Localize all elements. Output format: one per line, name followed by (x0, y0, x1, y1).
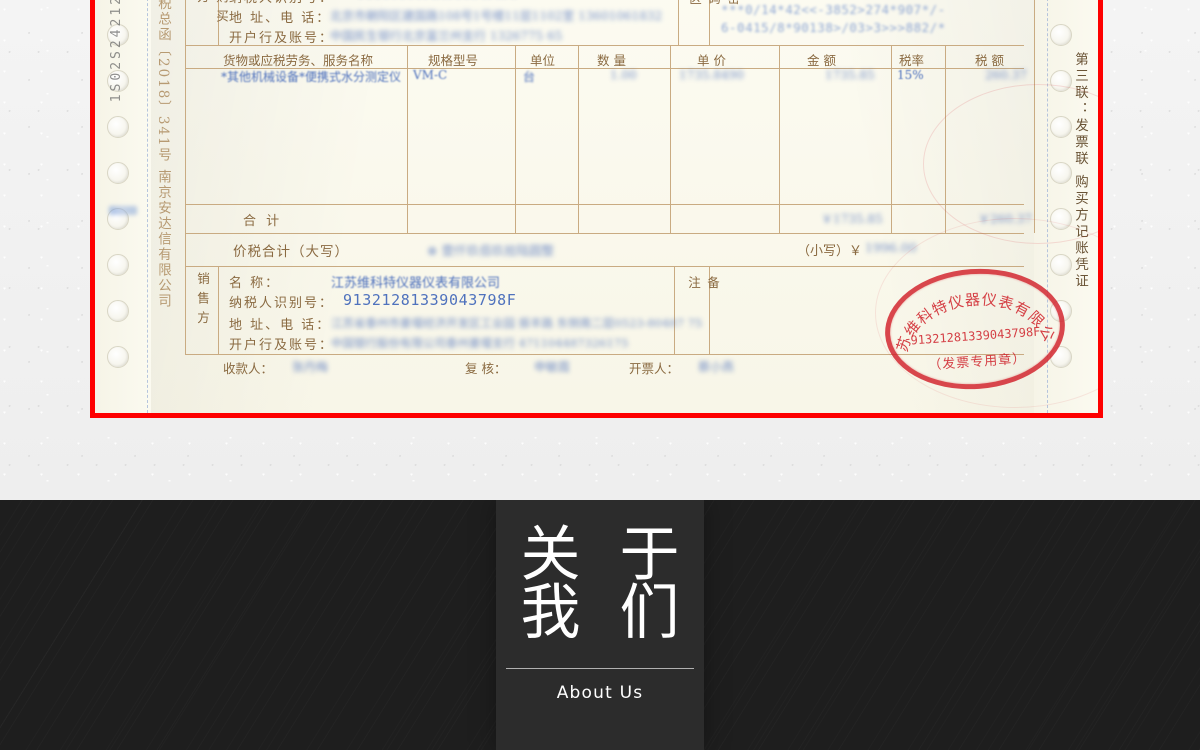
about-us-title-cn: 关 于 我 们 (510, 519, 690, 648)
grid-line-h (185, 354, 1024, 355)
grid-line-v (779, 45, 780, 233)
remark-label: 备注 (686, 276, 720, 313)
grid-line-v (515, 45, 516, 233)
total-row-label: 合 计 (243, 214, 283, 229)
perforation-hole (107, 254, 129, 276)
total-row-amount: ￥1735.85 (821, 212, 883, 226)
invoice-copy-label: 第三联：发票联 购买方记账凭证 (1072, 52, 1088, 291)
col-header-qty: 数 量 (597, 53, 626, 68)
grid-line-v (407, 45, 408, 233)
seller-name-label: 名 称： (229, 276, 281, 291)
grid-line-v (674, 266, 675, 354)
perforation-hole (1050, 254, 1072, 276)
item-model: VM-C (413, 68, 448, 82)
invoice-grid: 购买方 纳税人识别号： 91110108MA01834M5C 地 址、电 话： … (185, 0, 1098, 413)
grand-total-small-label: （小写）￥ (797, 244, 863, 259)
drawer-label: 开票人： (629, 361, 680, 376)
perforation-hole (107, 346, 129, 368)
perforation-dashline-right (1047, 0, 1048, 413)
cipher-line: ***0/14*42<<-3852>274*907*/- (721, 2, 946, 17)
item-qty: 1.00 (610, 68, 637, 82)
item-unit: 台 (523, 70, 536, 84)
grid-line-v (891, 45, 892, 233)
buyer-bank-value: 中国民生银行北京富兰州支行 1326775 65 (330, 29, 563, 43)
grid-line-v (578, 45, 579, 233)
grid-line-h (185, 233, 1024, 234)
item-name: *其他机械设备*便携式水分测定仪 (221, 70, 402, 84)
about-us-center-panel: 关 于 我 们 About Us (496, 500, 704, 750)
buyer-address-value: 北京市朝阳区建国路108号1号楼11层1102室 13601061832 (330, 9, 663, 23)
item-tax-rate: 15% (897, 68, 924, 82)
seller-bank-value: 中国银行股份有限公司泰州姜堰支行 471104487326175 (331, 336, 629, 350)
buyer-taxid-value: 91110108MA01834M5C (357, 0, 519, 2)
item-tax-amount: 260.37 (985, 68, 1027, 82)
col-header-taxrate: 税率 (899, 53, 925, 68)
total-row-tax-amount: ￥260.37 (978, 212, 1032, 226)
seller-taxid-label: 纳税人识别号： (229, 296, 335, 311)
invoice-legal-text: 税总函〔2018〕341号 南京安达信有限公司 (155, 0, 171, 309)
perforation-hole (107, 162, 129, 184)
buyer-taxid-label: 纳税人识别号： (229, 0, 334, 6)
perforation-hole (1050, 116, 1072, 138)
perforation-hole (1050, 162, 1072, 184)
buyer-address-label: 地 址、电 话： (229, 11, 332, 26)
reviewer-label: 复 核： (465, 361, 507, 376)
invoice-section: 1S02S24212 税总函〔2018〕341号 南京安达信有限公司 第三联：发… (0, 0, 1200, 500)
perforation-hole (107, 116, 129, 138)
grid-line-v (218, 266, 219, 354)
invoice-red-frame: 1S02S24212 税总函〔2018〕341号 南京安达信有限公司 第三联：发… (90, 0, 1103, 418)
col-header-amount: 金 额 (807, 53, 836, 68)
ink-smudge (109, 206, 137, 215)
buyer-bank-label: 开户行及账号： (229, 31, 335, 46)
col-header-price: 单 价 (697, 53, 726, 68)
perforation-hole (1050, 346, 1072, 368)
seller-section-label: 销售方 (195, 272, 210, 331)
perforation-hole (1050, 24, 1072, 46)
grid-line-v (945, 45, 946, 233)
cipher-line: 6-0415/8*90138>/03>3>>>882/* (721, 20, 946, 35)
invoice-serial-number: 1S02S24212 (109, 0, 124, 103)
col-header-taxamt: 税 额 (975, 53, 1004, 68)
buyer-section-label: 购买方 (195, 0, 229, 29)
item-price: 1735.8490 (679, 68, 744, 82)
about-us-divider (506, 667, 694, 669)
grid-line-v (185, 0, 186, 354)
grid-line-h (185, 204, 1024, 205)
drawer-value: 蔡小燕 (698, 360, 735, 374)
grid-line-v (678, 0, 679, 45)
grand-total-label: 价税合计（大写） (233, 244, 349, 260)
about-us-title-line1: 关 于 (520, 519, 690, 590)
about-us-title-line2: 我 们 (520, 577, 690, 648)
seller-taxid-value: 91321281339043798F (343, 291, 517, 309)
about-us-banner: 关 于 我 们 About Us (0, 500, 1200, 750)
col-header-model: 规格型号 (428, 53, 479, 68)
grand-total-words: ⊗ 壹仟玖佰玖拾陆圆整 (427, 243, 554, 258)
seller-address-value: 江苏省泰州市姜堰经济开发区工业园 振丰路 东侧南二层0523-80487 75 (331, 316, 703, 330)
perforation-dashline-left (147, 0, 148, 413)
payee-value: 张丹梅 (292, 360, 329, 374)
grid-line-v (670, 45, 671, 233)
perforation-hole (1050, 208, 1072, 230)
col-header-name: 货物或应税劳务、服务名称 (223, 53, 374, 68)
payee-label: 收款人： (223, 361, 274, 376)
grid-line-h (185, 266, 1024, 267)
about-us-subtitle: About Us (556, 682, 644, 703)
reviewer-value: 申敏霞 (534, 360, 571, 374)
seller-address-label: 地 址、电 话： (229, 318, 332, 333)
seller-name-value: 江苏维科特仪器仪表有限公司 (331, 276, 501, 291)
col-header-unit: 单位 (530, 53, 556, 68)
perforation-hole (1050, 300, 1072, 322)
grand-total-small-value: 1996.00 (865, 240, 917, 255)
item-amount: 1735.85 (825, 68, 875, 82)
grid-line-v (1034, 0, 1035, 233)
perforation-hole (1050, 70, 1072, 92)
seller-bank-label: 开户行及账号： (229, 338, 335, 353)
perforation-hole (107, 300, 129, 322)
